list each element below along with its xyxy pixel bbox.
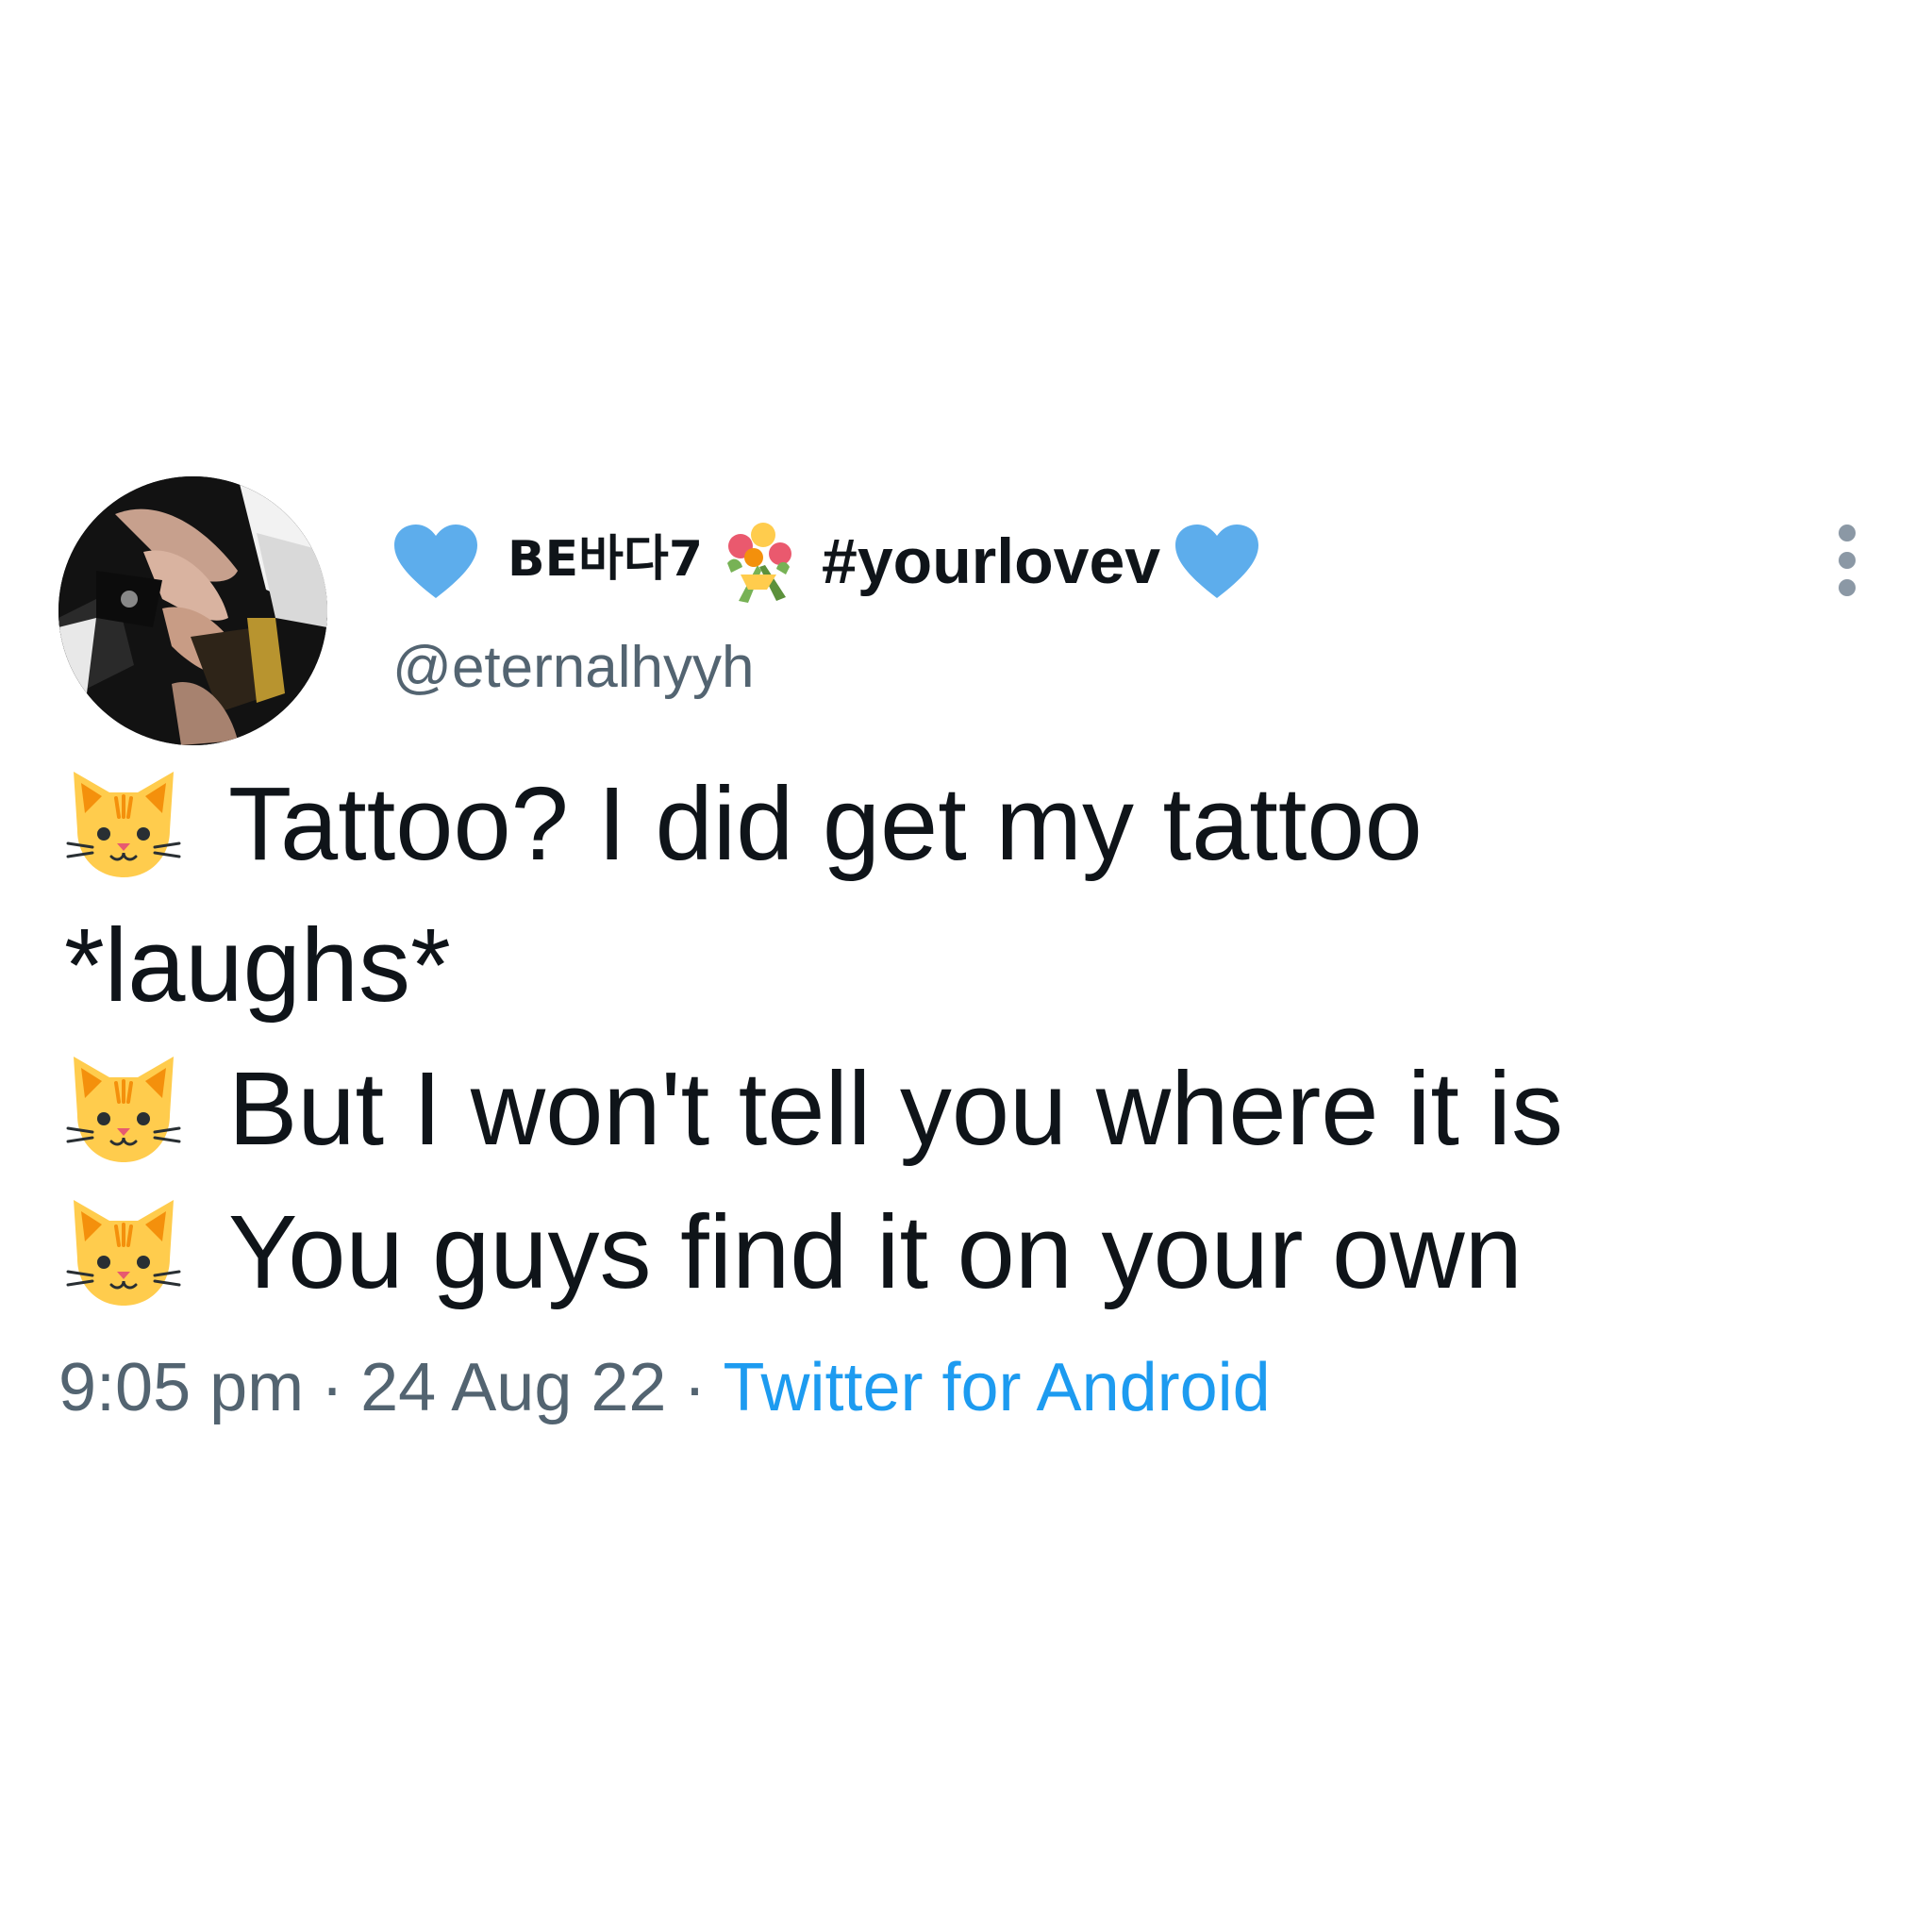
blue-heart-icon [1174,523,1260,600]
tweet-text-line: *laughs* [64,904,451,1026]
more-options-icon[interactable] [1833,525,1861,596]
more-dot [1839,552,1856,569]
cat-face-icon [64,764,183,883]
display-name[interactable]: BE바다7 #yourlovev [392,509,1260,613]
tweet-date[interactable]: 24 Aug 22 [360,1350,666,1425]
more-dot [1839,525,1856,541]
tweet-text-line: Tattoo? I did get my tattoo [64,762,1423,885]
bouquet-icon [720,518,797,605]
cat-face-icon [64,1049,183,1168]
tweet: BE바다7 #yourlovev @eternalhyyh Tattoo? I … [0,0,1932,1932]
meta-separator: · [321,1350,344,1425]
tweet-text: Tattoo? I did get my tattoo [228,765,1423,882]
tweet-text: But I won't tell you where it is [228,1050,1563,1167]
tweet-meta: 9:05 pm · 24 Aug 22 · Twitter for Android [58,1349,1271,1426]
user-handle[interactable]: @eternalhyyh [392,634,754,701]
more-dot [1839,579,1856,596]
cat-face-icon [64,1192,183,1311]
tweet-text-line: You guys find it on your own [64,1191,1523,1313]
tweet-time[interactable]: 9:05 pm [58,1350,304,1425]
tweet-source-link[interactable]: Twitter for Android [723,1350,1270,1425]
avatar[interactable] [58,476,327,745]
display-name-prefix: BE바다7 [508,530,704,588]
tweet-text: *laughs* [64,907,451,1024]
tweet-text-line: But I won't tell you where it is [64,1047,1563,1170]
tweet-text: You guys find it on your own [228,1193,1523,1310]
display-name-hashtag: #yourlovev [822,525,1161,597]
blue-heart-icon [392,523,479,600]
meta-separator: · [683,1350,707,1425]
